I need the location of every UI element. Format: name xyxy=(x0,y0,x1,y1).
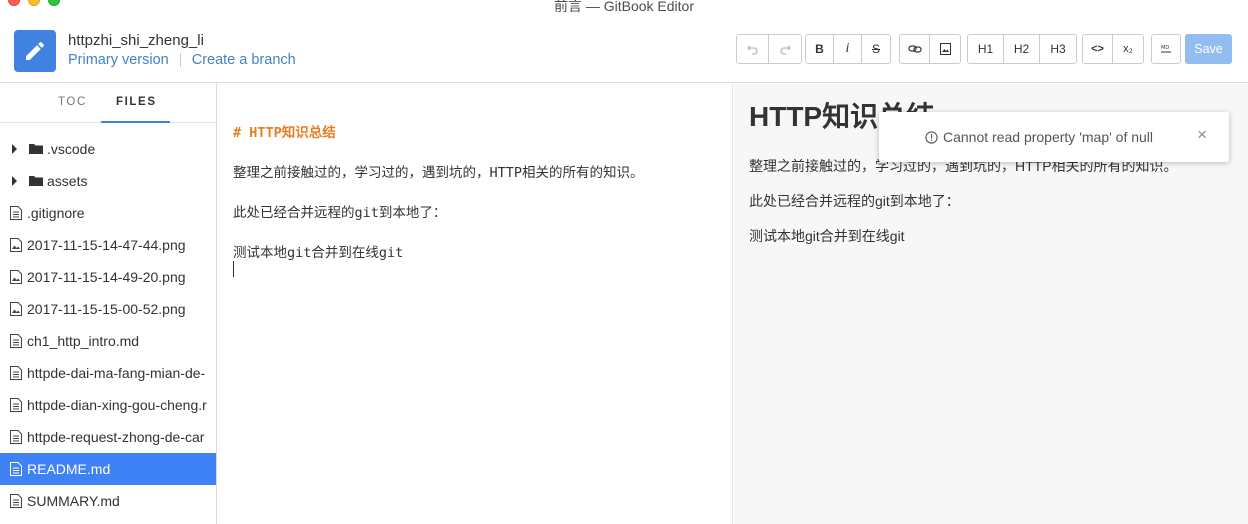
toast-message-row: Cannot read property 'map' of null xyxy=(925,129,1153,145)
folder-icon xyxy=(29,144,43,154)
divider xyxy=(179,53,181,67)
file-name: httpde-request-zhong-de-car xyxy=(27,429,205,445)
file-item-active[interactable]: README.md xyxy=(0,453,216,485)
undo-button[interactable] xyxy=(737,35,769,63)
file-item[interactable]: 2017-11-15-15-00-52.png xyxy=(0,293,216,325)
h1-button[interactable]: H1 xyxy=(968,35,1004,63)
undo-icon xyxy=(746,45,758,55)
app-header: httpzhi_shi_zheng_li Primary version Cre… xyxy=(0,14,1248,83)
file-text-icon xyxy=(10,334,22,348)
caret-right-icon[interactable] xyxy=(11,144,19,154)
redo-icon xyxy=(780,45,791,55)
editor-line[interactable]: 此处已经合并远程的git到本地了： xyxy=(233,201,446,221)
close-icon[interactable]: × xyxy=(1197,126,1207,143)
h2-button[interactable]: H2 xyxy=(1004,35,1040,63)
editor-line[interactable]: 整理之前接触过的，学习过的，遇到坑的，HTTP相关的所有的知识。 xyxy=(233,161,644,181)
folder-item-assets[interactable]: assets xyxy=(0,165,216,197)
book-title: httpzhi_shi_zheng_li xyxy=(68,32,204,49)
file-image-icon xyxy=(10,270,22,284)
editor-heading-line[interactable]: # HTTP知识总结 xyxy=(233,121,336,141)
code-button[interactable]: <> xyxy=(1083,35,1113,63)
italic-button[interactable]: i xyxy=(834,35,862,63)
h3-button[interactable]: H3 xyxy=(1040,35,1076,63)
active-tab-indicator xyxy=(101,121,170,123)
file-image-icon xyxy=(10,238,22,252)
subscript-button[interactable]: x₂ xyxy=(1113,35,1143,63)
file-item[interactable]: .gitignore xyxy=(0,197,216,229)
file-text-icon xyxy=(10,430,22,444)
editor-line[interactable]: 测试本地git合并到在线git xyxy=(233,241,403,261)
sidebar-tabs: TOC FILES xyxy=(0,83,216,123)
save-button[interactable]: Save xyxy=(1185,34,1232,64)
file-text-icon xyxy=(10,494,22,508)
file-item[interactable]: 2017-11-15-14-47-44.png xyxy=(0,229,216,261)
file-text-icon xyxy=(10,398,22,412)
text-cursor xyxy=(233,261,234,277)
preview-paragraph: 此处已经合并远程的git到本地了： xyxy=(749,193,960,209)
file-item[interactable]: httpde-dai-ma-fang-mian-de- xyxy=(0,357,216,389)
file-text-icon xyxy=(10,366,22,380)
file-item[interactable]: SUMMARY.md xyxy=(0,485,216,517)
code-group: <> x₂ xyxy=(1082,34,1144,64)
link-button[interactable] xyxy=(900,35,930,63)
caret-right-icon[interactable] xyxy=(11,176,19,186)
sidebar: TOC FILES .vscode assets .gitignore 2017… xyxy=(0,83,217,524)
markdown-group: MD xyxy=(1151,34,1181,64)
toast-message: Cannot read property 'map' of null xyxy=(943,129,1154,145)
insert-group xyxy=(899,34,961,64)
folder-icon xyxy=(29,176,43,186)
tab-toc[interactable]: TOC xyxy=(58,96,87,108)
file-name: ch1_http_intro.md xyxy=(27,333,140,349)
version-links: Primary version Create a branch xyxy=(68,52,296,68)
file-name: README.md xyxy=(27,461,111,477)
file-name: SUMMARY.md xyxy=(27,493,120,509)
file-item[interactable]: ch1_http_intro.md xyxy=(0,325,216,357)
file-name: httpde-dian-xing-gou-cheng.r xyxy=(27,397,207,413)
file-name: 2017-11-15-14-47-44.png xyxy=(27,237,186,253)
strikethrough-button[interactable]: S xyxy=(862,35,890,63)
history-group xyxy=(736,34,802,64)
title-bar: 前言 — GitBook Editor xyxy=(0,0,1248,14)
file-item[interactable]: 2017-11-15-14-49-20.png xyxy=(0,261,216,293)
link-icon xyxy=(907,45,922,53)
markdown-icon: MD xyxy=(1161,45,1171,53)
file-item[interactable]: httpde-dian-xing-gou-cheng.r xyxy=(0,389,216,421)
svg-text:MD: MD xyxy=(1161,45,1169,51)
info-circle-icon xyxy=(925,130,938,144)
file-image-icon xyxy=(10,302,22,316)
tab-files[interactable]: FILES xyxy=(116,96,157,108)
preview-paragraph: 测试本地git合并到在线git xyxy=(749,228,905,244)
markdown-editor[interactable]: # HTTP知识总结 整理之前接触过的，学习过的，遇到坑的，HTTP相关的所有的… xyxy=(217,83,733,524)
heading-group: H1 H2 H3 xyxy=(967,34,1077,64)
file-name: .vscode xyxy=(47,141,96,157)
folder-item-vscode[interactable]: .vscode xyxy=(0,133,216,165)
file-name: httpde-dai-ma-fang-mian-de- xyxy=(27,365,206,381)
markdown-toggle-button[interactable]: MD xyxy=(1152,35,1180,63)
file-text-icon xyxy=(10,462,22,476)
pencil-icon[interactable] xyxy=(14,30,56,72)
create-branch-link[interactable]: Create a branch xyxy=(192,52,296,68)
file-name: 2017-11-15-14-49-20.png xyxy=(27,269,186,285)
file-name: assets xyxy=(47,173,88,189)
file-list: .vscode assets .gitignore 2017-11-15-14-… xyxy=(0,133,216,517)
redo-button[interactable] xyxy=(769,35,801,63)
file-name: .gitignore xyxy=(27,205,85,221)
file-text-icon xyxy=(10,206,22,220)
file-item[interactable]: httpde-request-zhong-de-car xyxy=(0,421,216,453)
image-button[interactable] xyxy=(930,35,960,63)
file-name: 2017-11-15-15-00-52.png xyxy=(27,301,186,317)
primary-version-link[interactable]: Primary version xyxy=(68,52,169,68)
error-toast: Cannot read property 'map' of null × xyxy=(879,112,1229,162)
image-icon xyxy=(939,43,951,55)
format-group: B i S xyxy=(805,34,891,64)
bold-button[interactable]: B xyxy=(806,35,834,63)
